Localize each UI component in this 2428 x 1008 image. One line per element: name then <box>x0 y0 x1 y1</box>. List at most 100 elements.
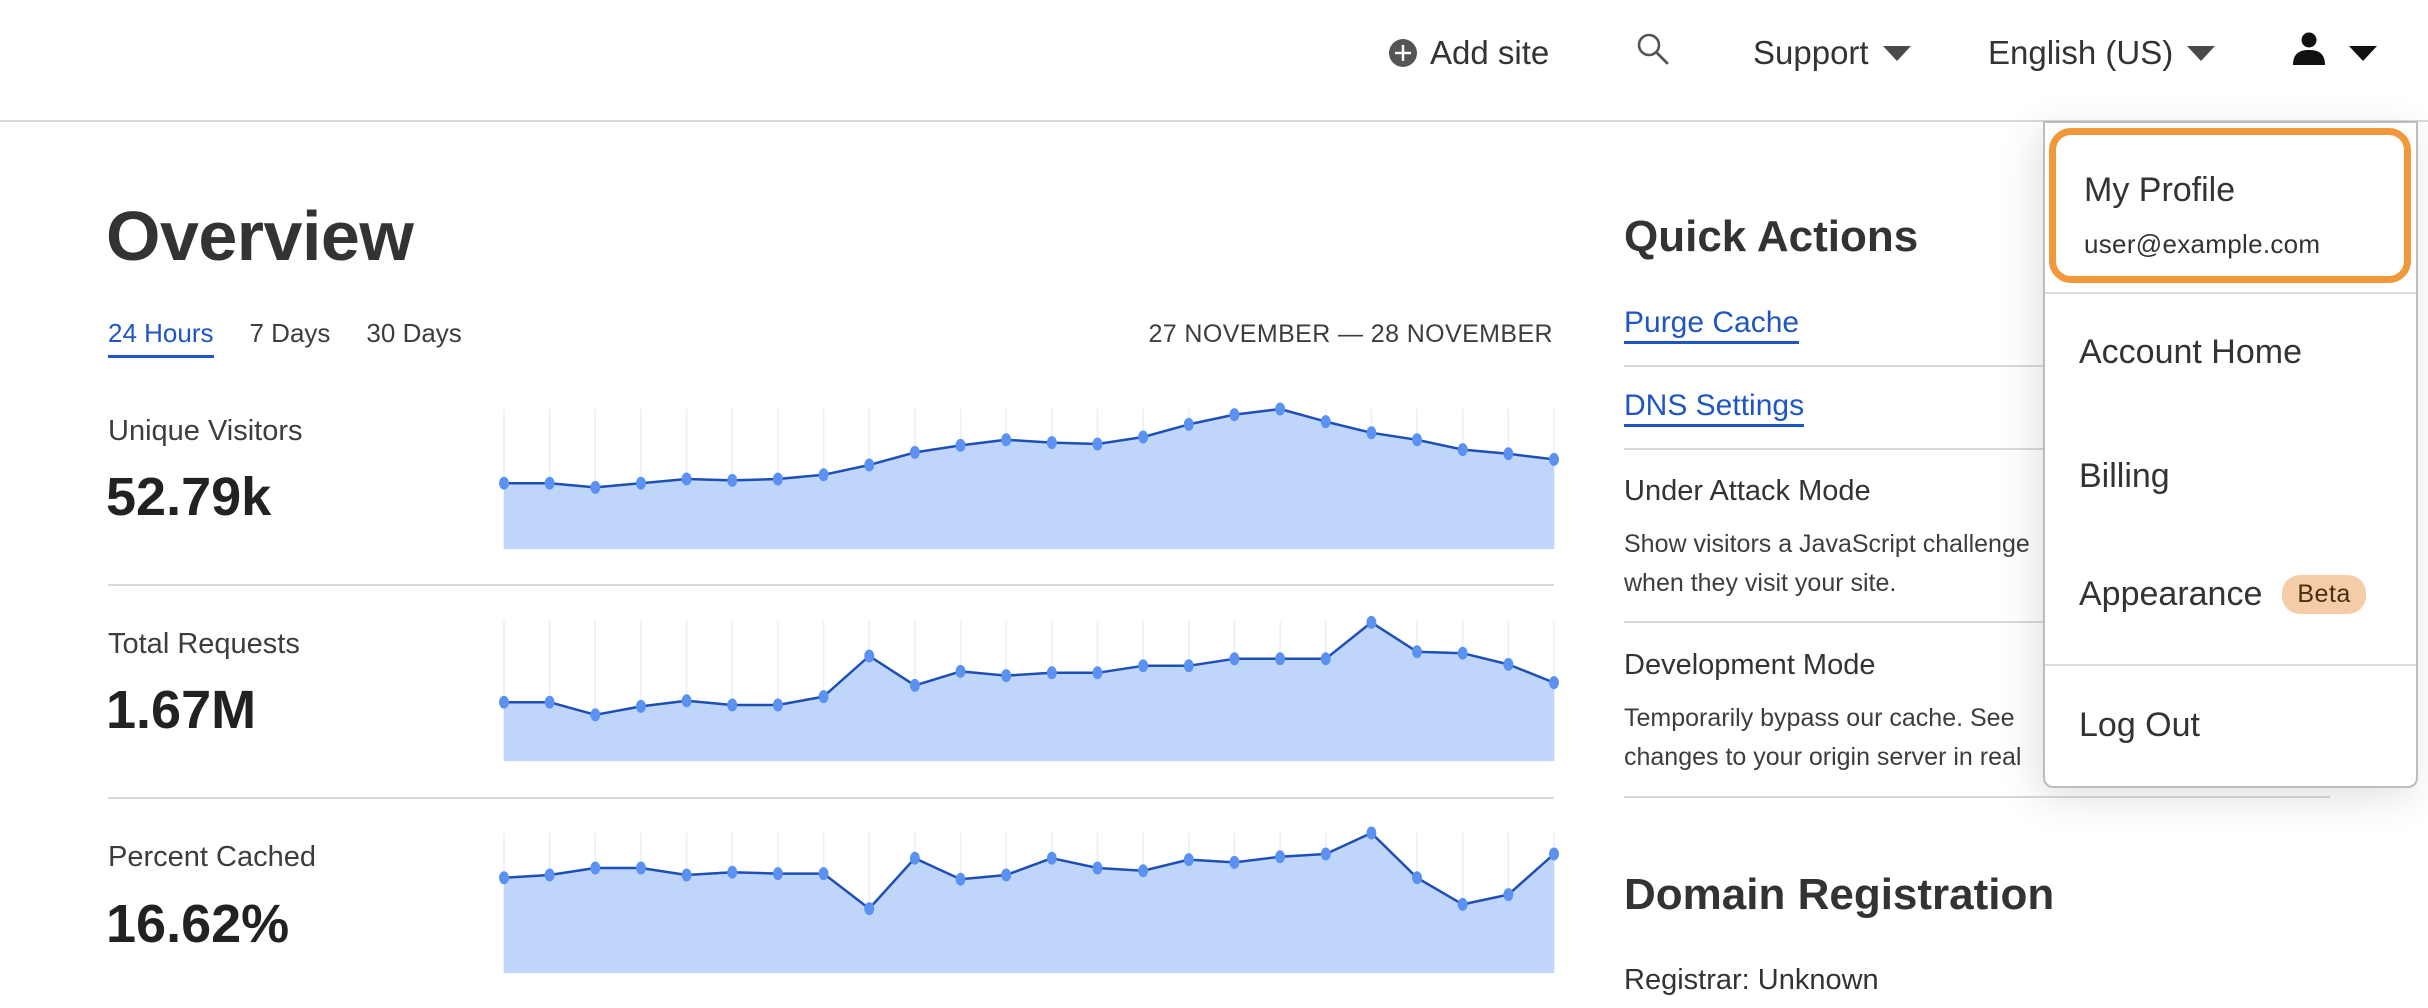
data-point <box>544 476 555 490</box>
total-requests-chart <box>499 615 1559 761</box>
data-point <box>1275 402 1286 416</box>
data-point <box>1229 408 1240 422</box>
development-mode-desc-line2: changes to your origin server in real <box>1624 743 2022 771</box>
data-point <box>955 664 966 678</box>
data-point <box>544 695 555 709</box>
appearance-menu-item[interactable]: Appearance Beta <box>2079 575 2366 614</box>
data-point <box>1503 888 1514 902</box>
user-icon <box>2291 31 2327 75</box>
top-header: Add site Support English (US) <box>0 0 2428 122</box>
data-point <box>1457 443 1468 457</box>
data-point <box>727 698 738 712</box>
data-point <box>1457 646 1468 660</box>
search-icon <box>1635 31 1671 75</box>
data-point <box>635 476 646 490</box>
divider <box>108 584 1554 586</box>
data-point <box>681 868 692 882</box>
metric-label-percent-cached: Percent Cached <box>108 841 316 873</box>
tab-30-days[interactable]: 30 Days <box>366 318 461 358</box>
data-point <box>1138 659 1149 673</box>
dns-settings-link[interactable]: DNS Settings <box>1624 389 1805 427</box>
registrar-text: Registrar: Unknown <box>1624 964 1879 996</box>
add-site-button[interactable]: Add site <box>1388 30 1549 76</box>
data-point <box>590 480 601 494</box>
data-point <box>909 678 920 692</box>
data-point <box>1503 657 1514 671</box>
purge-cache-link[interactable]: Purge Cache <box>1624 306 1800 344</box>
tab-7-days[interactable]: 7 Days <box>250 318 331 358</box>
domain-registration-title: Domain Registration <box>1624 870 2055 919</box>
data-point <box>909 445 920 459</box>
under-attack-mode-desc-line1: Show visitors a JavaScript challenge <box>1624 530 2030 558</box>
data-point <box>1183 417 1194 431</box>
data-point <box>1549 452 1559 466</box>
language-dropdown[interactable]: English (US) <box>1988 30 2216 76</box>
development-mode-title: Development Mode <box>1624 649 1876 681</box>
plus-circle-icon <box>1388 38 1418 68</box>
data-point <box>1320 652 1331 666</box>
quick-actions-title: Quick Actions <box>1624 212 1919 261</box>
log-out-label: Log Out <box>2079 706 2200 744</box>
data-point <box>955 438 966 452</box>
beta-badge: Beta <box>2282 575 2366 614</box>
user-dropdown-menu: My Profile user@example.com Account Home… <box>2043 121 2418 788</box>
data-point <box>772 472 783 486</box>
area-fill <box>504 409 1554 549</box>
data-point <box>955 872 966 886</box>
support-dropdown[interactable]: Support <box>1753 30 1911 76</box>
user-menu-button[interactable] <box>2291 30 2377 76</box>
data-point <box>681 472 692 486</box>
data-point <box>590 861 601 875</box>
data-point <box>772 698 783 712</box>
log-out-menu-item[interactable]: Log Out <box>2079 706 2200 745</box>
data-point <box>818 867 829 881</box>
data-point <box>499 871 509 885</box>
appearance-label: Appearance <box>2079 575 2263 613</box>
divider <box>108 797 1554 799</box>
data-point <box>727 473 738 487</box>
development-mode-desc-line1: Temporarily bypass our cache. See <box>1624 704 2015 732</box>
tab-24-hours[interactable]: 24 Hours <box>108 318 214 358</box>
data-point <box>1275 652 1286 666</box>
caret-down-icon <box>2349 45 2377 61</box>
data-point <box>864 902 875 916</box>
data-point <box>818 468 829 482</box>
my-profile-menu-item[interactable]: My Profile user@example.com <box>2049 128 2411 283</box>
data-point <box>864 649 875 663</box>
data-point <box>1001 433 1012 447</box>
metric-value-unique-visitors: 52.79k <box>106 467 272 527</box>
metric-label-total-requests: Total Requests <box>108 628 300 660</box>
data-point <box>1366 826 1377 840</box>
data-point <box>1549 847 1559 861</box>
divider <box>2045 664 2416 666</box>
area-fill <box>504 622 1554 761</box>
data-point <box>909 851 920 865</box>
metric-value-total-requests: 1.67M <box>106 680 257 740</box>
caret-down-icon <box>2187 45 2216 61</box>
divider <box>2045 292 2416 294</box>
data-point <box>1366 615 1377 629</box>
account-home-menu-item[interactable]: Account Home <box>2079 333 2302 372</box>
data-point <box>1001 868 1012 882</box>
area-fill <box>504 833 1554 973</box>
billing-label: Billing <box>2079 457 2170 495</box>
search-button[interactable] <box>1635 30 1671 76</box>
data-point <box>635 861 646 875</box>
data-point <box>1046 666 1057 680</box>
data-point <box>681 694 692 708</box>
data-point <box>1046 436 1057 450</box>
account-home-label: Account Home <box>2079 333 2302 371</box>
data-point <box>1183 853 1194 867</box>
under-attack-mode-desc-line2: when they visit your site. <box>1624 569 1897 597</box>
under-attack-mode-title: Under Attack Mode <box>1624 475 1871 507</box>
billing-menu-item[interactable]: Billing <box>2079 457 2170 496</box>
data-point <box>1001 669 1012 683</box>
percent-cached-chart <box>499 826 1559 973</box>
time-range-tabs: 24 Hours 7 Days 30 Days <box>108 318 462 358</box>
data-point <box>1412 871 1423 885</box>
data-point <box>1412 433 1423 447</box>
data-point <box>1046 851 1057 865</box>
data-point <box>818 690 829 704</box>
caret-down-icon <box>1882 45 1911 61</box>
data-point <box>727 865 738 879</box>
